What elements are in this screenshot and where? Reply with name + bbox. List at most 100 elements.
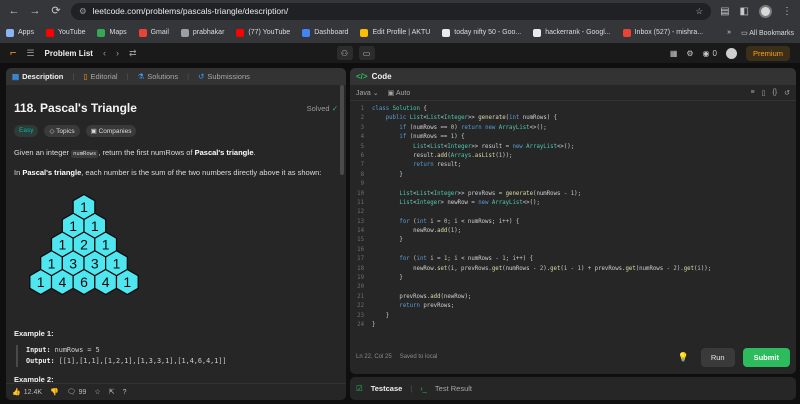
all-bookmarks-button[interactable]: ▭ All Bookmarks: [741, 29, 794, 37]
autosave-indicator[interactable]: ▣ Auto: [388, 89, 411, 97]
code-line[interactable]: 9: [350, 180, 796, 189]
site-info-icon[interactable]: ⚙: [79, 6, 87, 17]
tab-editorial[interactable]: ▯ Editorial: [83, 72, 117, 81]
tab-submissions[interactable]: ↺ Submissions: [198, 72, 250, 81]
bookmark-favicon-icon: [45, 28, 54, 37]
url-text[interactable]: leetcode.com/problems/pascals-triangle/d…: [93, 6, 690, 16]
code-line[interactable]: 22 return prevRows;: [350, 302, 796, 311]
code-line[interactable]: 11 List<Integer> newRow = new ArrayList<…: [350, 199, 796, 208]
code-editor[interactable]: 1 class Solution {2 public List<List<Inte…: [350, 105, 796, 341]
extensions-icon[interactable]: ▤: [720, 6, 729, 17]
bookmark-label: (77) YouTube: [248, 29, 291, 36]
bookmark-item[interactable]: Gmail: [138, 28, 169, 37]
code-line[interactable]: 17 for (int i = 1; i < numRows - 1; i++)…: [350, 255, 796, 264]
dislike-button[interactable]: 👎: [50, 388, 59, 396]
bookmark-item[interactable]: (77) YouTube: [236, 28, 291, 37]
bookmark-favicon-icon: [302, 28, 311, 37]
share-icon[interactable]: ⇱: [109, 388, 115, 396]
code-line[interactable]: 5 List<List<Integer>> result = new Array…: [350, 143, 796, 152]
leetcode-logo[interactable]: ⌐: [10, 47, 16, 59]
code-line[interactable]: 3 if (numRows == 0) return new ArrayList…: [350, 124, 796, 133]
sidepanel-icon[interactable]: ◧: [740, 6, 749, 17]
bookmark-item[interactable]: Inbox (527) - mishra...: [622, 28, 703, 37]
code-line[interactable]: 24}: [350, 321, 796, 330]
shuffle-icon[interactable]: ⇄: [129, 48, 137, 59]
code-line[interactable]: 14 newRow.add(1);: [350, 227, 796, 236]
code-line[interactable]: 12: [350, 208, 796, 217]
code-line[interactable]: 2 public List<List<Integer>> generate(in…: [350, 114, 796, 123]
code-line[interactable]: 8 }: [350, 171, 796, 180]
layout-icon[interactable]: ▦: [670, 49, 678, 58]
help-icon[interactable]: ?: [123, 389, 127, 396]
comments-button[interactable]: 🗨 99: [67, 388, 87, 397]
code-line[interactable]: 7 return result;: [350, 161, 796, 170]
menu-icon[interactable]: ⋮: [782, 6, 792, 17]
bookmark-label: Apps: [18, 29, 34, 36]
debug-button[interactable]: ⚇: [336, 46, 353, 60]
bookmark-item[interactable]: YouTube: [45, 28, 85, 37]
bookmark-item[interactable]: prabhakar: [180, 28, 224, 37]
notes-button[interactable]: ▭: [358, 46, 375, 60]
back-icon[interactable]: ←: [8, 5, 20, 17]
user-avatar[interactable]: [725, 47, 737, 59]
tab-testcase[interactable]: Testcase: [371, 384, 403, 393]
line-text: class Solution {: [372, 106, 427, 112]
address-bar[interactable]: ⚙ leetcode.com/problems/pascals-triangle…: [71, 2, 712, 20]
line-number: 17: [357, 256, 364, 263]
premium-button[interactable]: Premium: [745, 45, 790, 61]
tab-solutions[interactable]: ⚗ Solutions: [138, 72, 179, 81]
check-circle-icon: ✓: [331, 103, 338, 113]
settings-icon[interactable]: ⚙: [686, 49, 693, 58]
line-number: 23: [357, 312, 364, 319]
like-button[interactable]: 👍 12.4K: [12, 388, 42, 397]
submit-button[interactable]: Submit: [742, 347, 790, 367]
problem-title[interactable]: 118. Pascal's Triangle: [14, 101, 137, 115]
code-line[interactable]: 10 List<List<Integer>> prevRows = genera…: [350, 190, 796, 199]
more-bookmarks-icon[interactable]: »: [727, 29, 731, 36]
bookmark-item[interactable]: today nifty 50 - Goo...: [442, 28, 521, 37]
profile-avatar[interactable]: [759, 4, 772, 18]
reload-icon[interactable]: ⟳: [50, 5, 62, 17]
favorite-star-icon[interactable]: ☆: [94, 388, 100, 396]
lightbulb-icon[interactable]: 💡: [678, 352, 689, 363]
problem-list-link[interactable]: Problem List: [45, 49, 93, 58]
forward-icon[interactable]: →: [29, 5, 41, 17]
bookmark-icon[interactable]: ▯: [762, 89, 766, 97]
code-line[interactable]: 20: [350, 283, 796, 292]
code-line[interactable]: 4 if (numRows == 1) {: [350, 133, 796, 142]
language-select[interactable]: Java ⌄: [356, 89, 379, 97]
braces-icon[interactable]: {}: [772, 89, 777, 97]
tab-test-result[interactable]: Test Result: [435, 384, 472, 393]
companies-badge[interactable]: ▣ Companies: [85, 125, 137, 137]
code-line[interactable]: 21 prevRows.add(newRow);: [350, 293, 796, 302]
prev-problem-icon[interactable]: ‹: [103, 48, 106, 58]
format-icon[interactable]: ≡: [750, 89, 754, 97]
topics-badge[interactable]: ◇ Topics: [44, 125, 80, 137]
tab-description-label: Description: [22, 72, 64, 81]
star-icon[interactable]: ☆: [695, 6, 703, 17]
code-line[interactable]: 18 newRow.set(i, prevRows.get(numRows - …: [350, 265, 796, 274]
code-line[interactable]: 1 class Solution {: [350, 105, 796, 114]
line-text: }: [372, 275, 403, 282]
bookmark-item[interactable]: hackerrank - Googl...: [533, 28, 611, 37]
code-line[interactable]: 16: [350, 246, 796, 255]
bookmark-item[interactable]: Apps: [6, 28, 34, 37]
bookmark-favicon-icon: [138, 28, 147, 37]
next-problem-icon[interactable]: ›: [116, 48, 119, 58]
topics-label: Topics: [56, 128, 75, 135]
code-line[interactable]: 13 for (int i = 0; i < numRows; i++) {: [350, 218, 796, 227]
bookmark-item[interactable]: Maps: [97, 28, 127, 37]
description-scrollbar[interactable]: [340, 85, 344, 395]
run-button[interactable]: Run: [700, 347, 735, 367]
bookmark-item[interactable]: Edit Profile | AKTU: [360, 28, 430, 37]
tab-description[interactable]: ▤ Description: [12, 72, 63, 81]
code-line[interactable]: 19 }: [350, 274, 796, 283]
cell-value: 1: [58, 237, 66, 253]
reset-icon[interactable]: ↺: [784, 89, 790, 97]
scroll-thumb[interactable]: [340, 85, 344, 175]
bookmark-item[interactable]: Dashboard: [302, 28, 348, 37]
list-icon[interactable]: ☰: [26, 48, 34, 59]
code-line[interactable]: 23 }: [350, 312, 796, 321]
code-line[interactable]: 15 }: [350, 236, 796, 245]
code-line[interactable]: 6 result.add(Arrays.asList(1));: [350, 152, 796, 161]
